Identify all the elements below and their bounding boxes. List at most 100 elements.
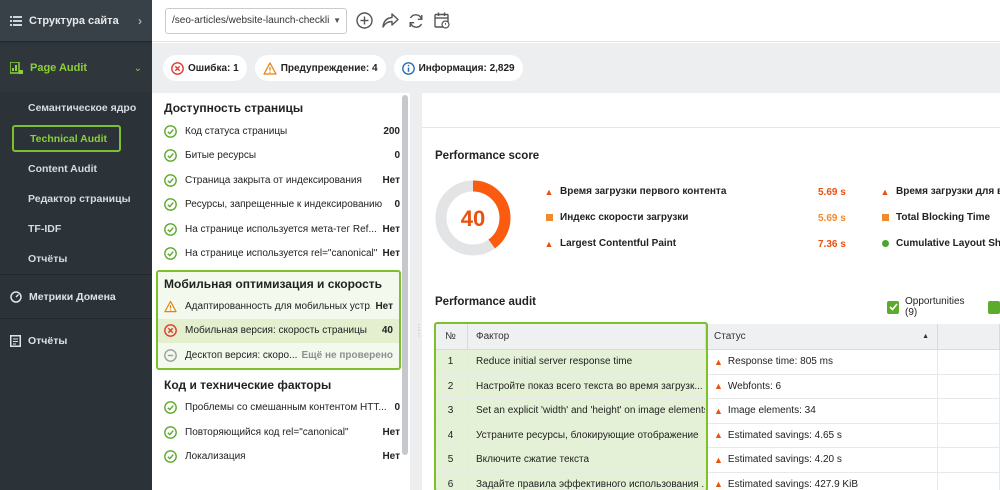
check-row[interactable]: Локализация Нет [164,445,400,470]
check-name: Проблемы со смешанным контентом НТТ... [185,402,387,414]
cell-factor: Reduce initial server response time [468,350,706,374]
gauge-icon [10,290,22,303]
cell-number: 4 [434,423,468,447]
check-name: Ресурсы, запрещенные к индексированию [185,199,383,211]
cell-extra [938,374,1000,398]
column-header-factor[interactable]: Фактор [468,324,706,349]
check-row[interactable]: Код статуса страницы 200 [164,119,400,144]
checkbox-checked-icon[interactable] [887,300,900,314]
check-name: Битые ресурсы [185,150,257,162]
triangle-icon: ▲ [714,356,723,367]
check-row[interactable]: На странице используется мета-тег Ref...… [164,217,400,242]
sidebar-item-technical-audit[interactable]: Technical Audit [12,125,121,152]
sidebar-item-domain-metrics[interactable]: Метрики Домена [0,274,152,318]
panel-resizer[interactable]: ⋮ ⋮ [410,93,423,490]
check-row[interactable]: Страница закрыта от индексирования Нет [164,168,400,193]
report-icon [10,334,21,347]
metric-fcp: ▲ Время загрузки первого контента [544,186,727,197]
metric-label: Cumulative Layout Shift [896,238,1000,249]
sidebar-item-page-editor[interactable]: Редактор страницы [0,184,152,214]
error-icon [171,61,184,75]
code-section: Код и технические факторы Проблемы со см… [152,374,400,470]
sidebar-item-content-audit[interactable]: Content Audit [0,154,152,184]
check-value: Нет [382,451,400,463]
sidebar-item-reports-sub[interactable]: Отчёты [0,244,152,274]
sidebar-item-label: Page Audit [30,62,88,74]
sidebar-item-tf-idf[interactable]: TF-IDF [0,214,152,244]
column-header-status[interactable]: Статус ▲ [706,324,938,349]
warnings-filter-button[interactable]: Предупреждение: 4 [254,55,386,81]
check-circle-icon [164,149,177,163]
check-value: 200 [383,125,400,137]
errors-filter-label: Ошибка: 1 [188,62,239,74]
cell-factor: Настройте показ всего текста во время за… [468,374,706,398]
sidebar-item-page-audit[interactable]: Page Audit ⌄ [0,44,152,92]
check-name: На странице используется rel="canonical" [185,248,378,260]
url-select-value: /seo-articles/website-launch-checkli... [172,15,330,26]
cell-factor: Задайте правила эффективного использован… [468,472,706,490]
scrollbar[interactable] [402,95,408,455]
circle-icon [880,240,890,247]
check-row[interactable]: Ресурсы, запрещенные к индексированию 0 [164,193,400,218]
table-row[interactable]: 2 Настройте показ всего текста во время з… [434,374,1000,399]
cell-number: 3 [434,399,468,423]
triangle-icon: ▲ [544,238,554,249]
cell-extra [938,350,1000,374]
check-name: Повторяющийся код rel="canonical" [185,426,349,438]
check-value: 0 [394,402,400,414]
table-row[interactable]: 1 Reduce initial server response time ▲ Res… [434,350,1000,375]
check-value: Нет [382,248,400,260]
section-title: Код и технические факторы [164,377,332,392]
check-row[interactable]: Адаптированность для мобильных устр... Н… [164,294,393,319]
check-circle-icon [164,247,177,261]
check-circle-icon [164,222,177,236]
list-icon [10,15,22,26]
table-row[interactable]: 6 Задайте правила эффективного использова… [434,472,1000,490]
check-row[interactable]: Повторяющийся код rel="canonical" Нет [164,420,400,445]
checkbox-checked-icon[interactable] [987,300,1000,314]
table-row[interactable]: 4 Устраните ресурсы, блокирующие отображе… [434,423,1000,448]
share-icon[interactable] [381,12,399,30]
check-name: Локализация [185,451,246,463]
check-name: Мобильная версия: скорость страницы [185,325,367,337]
section-title: Мобильная оптимизация и скорость [164,277,383,291]
schedule-icon[interactable] [433,12,451,30]
page-audit-submenu: Семантическое ядро Technical Audit Conte… [0,93,152,274]
sidebar-item-semantic-core[interactable]: Семантическое ядро [0,93,152,123]
check-row[interactable]: Проблемы со смешанным контентом НТТ... 0 [164,396,400,421]
column-header-label: Статус [714,331,746,342]
opportunities-filter[interactable]: Opportunities (9) [887,296,1000,318]
cell-status: ▲ Estimated savings: 4.65 s [706,423,938,447]
sidebar-item-label: Метрики Домена [29,290,116,303]
cell-status-text: Image elements: 34 [727,405,816,417]
metric-label: Время загрузки для взаи [896,186,1000,197]
info-filter-button[interactable]: Информация: 2,829 [393,55,523,81]
metric-label: Время загрузки первого контента [560,186,727,197]
check-circle-icon [164,173,177,187]
check-name: Страница закрыта от индексирования [185,174,362,186]
add-icon[interactable] [355,12,373,30]
check-circle-icon [164,450,177,464]
sidebar-item-site-structure[interactable]: Структура сайта › [0,0,152,42]
cell-status-text: Response time: 805 ms [727,356,833,368]
check-row[interactable]: На странице используется rel="canonical"… [164,242,400,267]
cell-number: 6 [434,472,468,490]
metric-lcp: ▲ Largest Contentful Paint [544,238,677,249]
check-row[interactable]: Мобильная версия: скорость страницы 40 [158,318,399,343]
check-value: 40 [381,325,393,337]
url-select[interactable]: /seo-articles/website-launch-checkli... … [165,7,347,34]
column-header-number[interactable]: № [434,324,468,349]
cell-extra [938,472,1000,490]
check-row[interactable]: Десктоп версия: скоро... Ещё не проверен… [164,343,393,368]
refresh-icon[interactable] [407,12,425,30]
check-row[interactable]: Битые ресурсы 0 [164,144,400,169]
table-row[interactable]: 5 Включите сжатие текста ▲ Estimated saving… [434,448,1000,473]
sidebar-item-reports[interactable]: Отчёты [0,318,152,362]
cell-factor: Включите сжатие текста [468,448,706,472]
info-icon [401,61,415,75]
table-row[interactable]: 3 Set an explicit 'width' and 'height' on… [434,399,1000,424]
sidebar: Структура сайта › Page Audit ⌄ Семантиче… [0,0,152,490]
errors-filter-button[interactable]: Ошибка: 1 [163,55,247,81]
check-circle-icon [164,124,177,138]
cell-number: 5 [434,448,468,472]
